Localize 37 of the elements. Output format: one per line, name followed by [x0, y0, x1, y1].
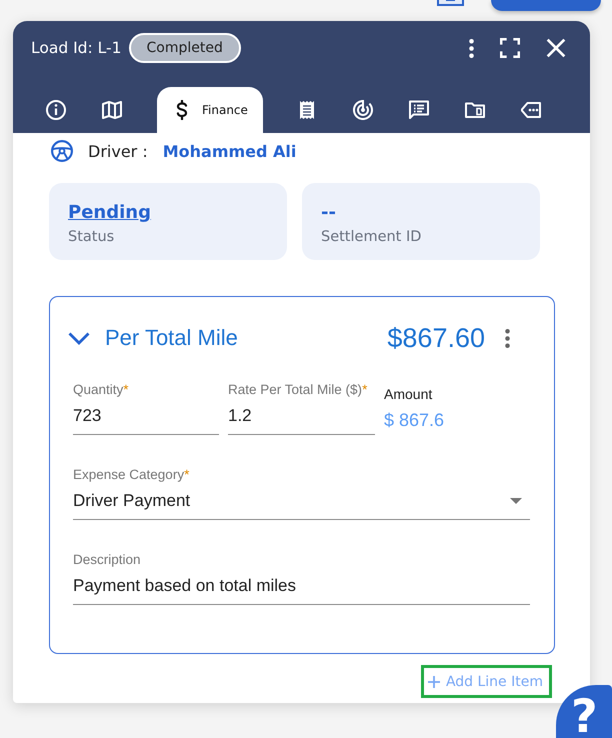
panel-title: Load Id: L-1: [31, 38, 122, 58]
action-button[interactable]: [491, 0, 601, 11]
summary-link[interactable]: Pending: [68, 201, 151, 225]
close-icon: [546, 38, 566, 58]
field-label: Quantity*: [73, 382, 130, 398]
input-field[interactable]: 1.2: [228, 404, 375, 435]
notes-icon: [408, 100, 429, 120]
amount-value: $ 867.6: [384, 409, 446, 432]
summary-label: Settlement ID: [321, 228, 422, 247]
tab[interactable]: Finance: [157, 87, 263, 133]
fullscreen-icon: [500, 38, 520, 58]
line-item-total: $867.60: [387, 322, 485, 354]
folder-icon: [464, 100, 485, 120]
caret-down-icon: [510, 498, 522, 504]
driver-label: Driver :: [88, 142, 148, 160]
field-label: Description: [73, 552, 142, 568]
status-badge: Completed: [128, 33, 241, 63]
select-field[interactable]: Driver Payment: [73, 489, 530, 520]
map-icon: [102, 100, 122, 120]
help-button[interactable]: ?: [556, 685, 612, 738]
line-item-title: Per Total Mile: [105, 325, 238, 351]
field-label: Amount: [384, 386, 434, 402]
input-field[interactable]: Payment based on total miles: [73, 574, 530, 605]
driver-name-link[interactable]: Mohammed Ali: [162, 142, 296, 160]
target-icon: [352, 100, 373, 120]
chevron-down-icon[interactable]: [68, 332, 90, 344]
tag-icon: [520, 100, 541, 120]
input-field[interactable]: 723: [73, 404, 219, 435]
plus-icon: [428, 676, 440, 688]
steering-wheel-icon: [51, 140, 73, 162]
summary-value: --: [321, 201, 336, 225]
field-label: Rate Per Total Mile ($)*: [228, 382, 368, 398]
field-label: Expense Category*: [73, 467, 190, 483]
info-icon: [46, 100, 66, 120]
more-icon: [504, 328, 510, 348]
summary-label: Status: [68, 228, 114, 247]
more-icon: [468, 38, 474, 58]
